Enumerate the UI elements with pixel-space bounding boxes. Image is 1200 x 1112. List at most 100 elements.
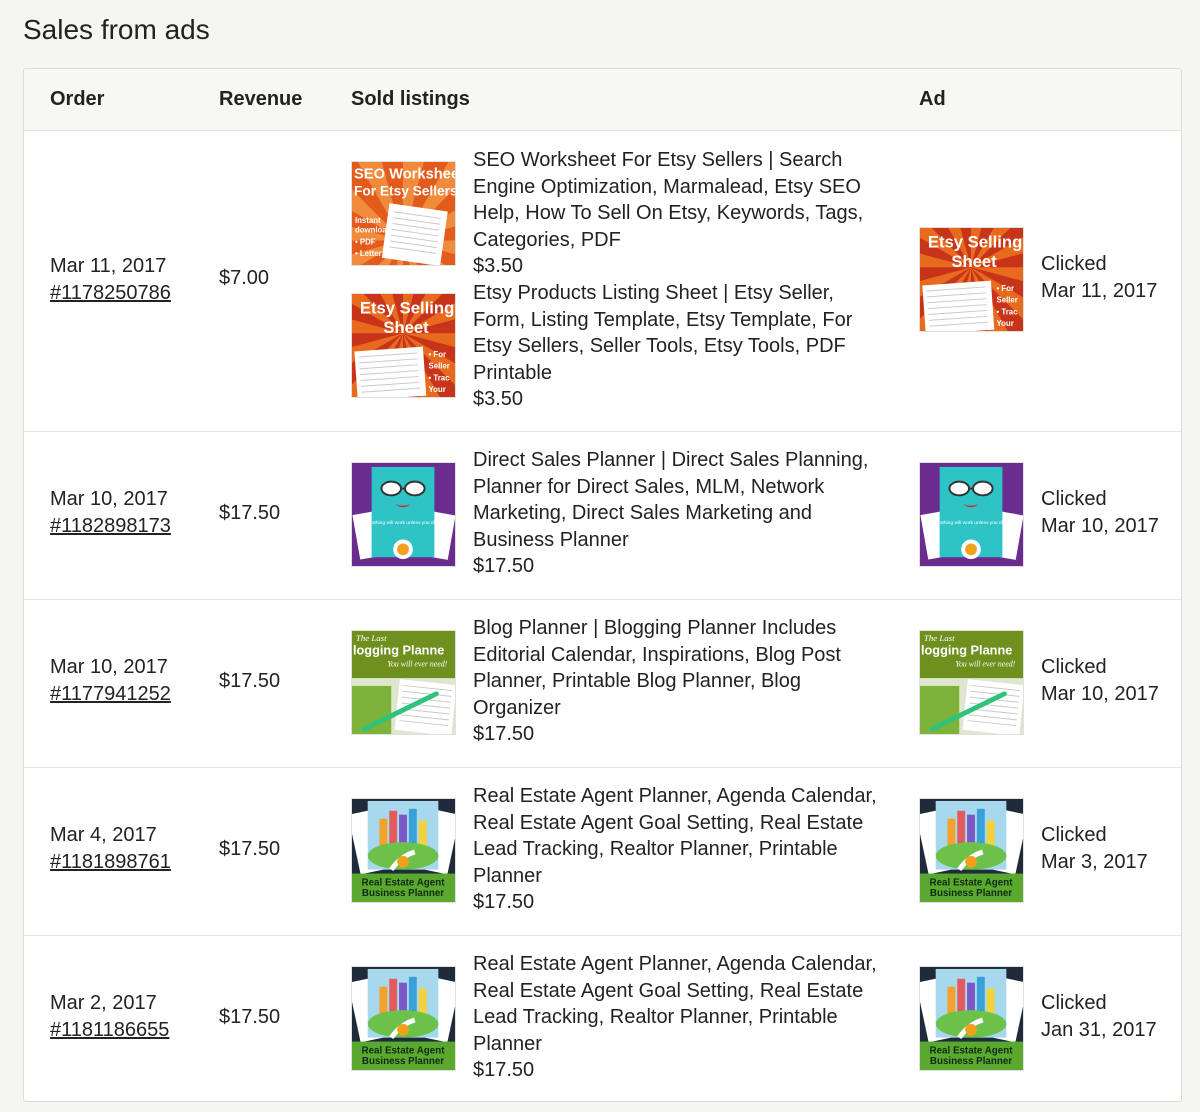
order-date: Mar 4, 2017: [50, 824, 157, 846]
table-row: Mar 10, 2017 #1177941252 $17.50 The Last…: [24, 599, 1181, 768]
order-number-link[interactable]: #1181898761: [50, 849, 171, 876]
table-row: Mar 11, 2017 #1178250786 $7.00 SEO Works…: [24, 131, 1181, 432]
listing-thumbnail[interactable]: SEO Workshee For Etsy Sellers Instant do…: [351, 161, 456, 266]
svg-text:The Last: The Last: [924, 633, 955, 643]
listing-thumbnail[interactable]: Real Estate Agent Business Planner: [351, 798, 456, 903]
listing-item: Etsy Products Listing Sheet | Etsy Selle…: [473, 280, 878, 413]
product-image: Real Estate Agent Business Planner: [352, 967, 455, 1070]
svg-text:Real Estate Agent: Real Estate Agent: [930, 1045, 1014, 1056]
svg-text:Sheet: Sheet: [383, 318, 429, 337]
column-header-order[interactable]: Order: [50, 69, 104, 130]
product-image: Etsy Selling Sheet • For Seller • Trac Y…: [352, 294, 455, 397]
svg-text:Business Planner: Business Planner: [362, 888, 444, 899]
ad-status-label: Clicked: [1041, 992, 1107, 1014]
listing-title[interactable]: Real Estate Agent Planner, Agenda Calend…: [473, 953, 877, 1055]
listing-title[interactable]: Etsy Products Listing Sheet | Etsy Selle…: [473, 282, 852, 384]
revenue-cell: $7.00: [219, 267, 270, 289]
ad-clicked-date: Mar 10, 2017: [1041, 514, 1159, 537]
listing-thumbnail[interactable]: Etsy Selling Sheet • For Seller • Trac Y…: [351, 293, 456, 398]
order-date: Mar 10, 2017: [50, 488, 168, 510]
listing-price: $17.50: [473, 723, 535, 745]
ad-status: Clicked Jan 31, 2017: [1041, 990, 1157, 1043]
listing-item: SEO Worksheet For Etsy Sellers | Search …: [473, 147, 878, 280]
ad-clicked-date: Mar 10, 2017: [1041, 682, 1159, 705]
revenue-cell: $17.50: [219, 1006, 281, 1028]
svg-text:Real Estate Agent: Real Estate Agent: [930, 877, 1014, 888]
svg-text:• Letter: • Letter: [355, 249, 382, 258]
revenue-cell: $17.50: [219, 838, 281, 860]
page-title: Sales from ads: [23, 14, 210, 45]
order-number-link[interactable]: #1181186655: [50, 1017, 169, 1044]
product-image: Real Estate Agent Business Planner: [352, 799, 455, 902]
ad-status: Clicked Mar 10, 2017: [1041, 654, 1159, 707]
svg-text:You will ever need!: You will ever need!: [955, 659, 1015, 668]
order-number-link[interactable]: #1177941252: [50, 681, 171, 708]
product-image: Real Estate Agent Business Planner: [920, 967, 1023, 1070]
ad-thumbnail[interactable]: The Last logging Planne You will ever ne…: [919, 630, 1024, 735]
table-header: Order Revenue Sold listings Ad: [24, 69, 1181, 131]
svg-text:• Trac: • Trac: [429, 373, 451, 382]
listing-price: $3.50: [473, 255, 524, 277]
order-number-link[interactable]: #1178250786: [50, 280, 171, 307]
ad-status: Clicked Mar 11, 2017: [1041, 251, 1157, 304]
svg-text:Etsy Selling: Etsy Selling: [928, 233, 1022, 252]
listing-price: $17.50: [473, 1059, 535, 1081]
table-row: Mar 4, 2017 #1181898761 $17.50 Real Esta…: [24, 767, 1181, 936]
table-row: Mar 10, 2017 #1182898173 $17.50 Nothing …: [24, 431, 1181, 600]
column-header-ad: Ad: [919, 88, 946, 110]
order-cell: Mar 2, 2017 #1181186655: [50, 990, 169, 1043]
svg-text:• For: • For: [429, 350, 447, 359]
svg-text:logging Planne: logging Planne: [353, 643, 444, 658]
listing-title[interactable]: Direct Sales Planner | Direct Sales Plan…: [473, 449, 868, 551]
listing-price: $17.50: [473, 891, 535, 913]
svg-text:Your: Your: [429, 385, 446, 394]
product-image: Nothing will work unless you do.: [352, 463, 455, 566]
svg-text:Instant: Instant: [355, 216, 381, 225]
column-header-revenue[interactable]: Revenue: [219, 69, 302, 130]
order-cell: Mar 11, 2017 #1178250786: [50, 253, 171, 306]
listing-thumbnail[interactable]: Real Estate Agent Business Planner: [351, 966, 456, 1071]
ad-thumbnail[interactable]: Real Estate Agent Business Planner: [919, 966, 1024, 1071]
ad-clicked-date: Mar 3, 2017: [1041, 850, 1148, 873]
svg-text:Seller: Seller: [429, 362, 450, 371]
listing-thumbnail[interactable]: Nothing will work unless you do.: [351, 462, 456, 567]
svg-text:SEO Workshee: SEO Workshee: [354, 167, 455, 183]
ad-clicked-date: Mar 11, 2017: [1041, 279, 1158, 302]
product-image: Nothing will work unless you do.: [920, 463, 1023, 566]
ad-status-label: Clicked: [1041, 253, 1107, 275]
svg-text:The Last: The Last: [356, 633, 387, 643]
ad-thumbnail[interactable]: Nothing will work unless you do.: [919, 462, 1024, 567]
ad-status-label: Clicked: [1041, 824, 1107, 846]
listing-item: Real Estate Agent Planner, Agenda Calend…: [473, 783, 878, 916]
sales-table: Order Revenue Sold listings Ad Mar 11, 2…: [23, 68, 1182, 1102]
order-cell: Mar 10, 2017 #1177941252: [50, 654, 171, 707]
svg-text:Seller: Seller: [997, 296, 1018, 305]
ad-status-label: Clicked: [1041, 488, 1107, 510]
listing-item: Real Estate Agent Planner, Agenda Calend…: [473, 951, 878, 1084]
listing-title[interactable]: SEO Worksheet For Etsy Sellers | Search …: [473, 149, 863, 251]
ad-thumbnail[interactable]: Real Estate Agent Business Planner: [919, 798, 1024, 903]
order-number-link[interactable]: #1182898173: [50, 513, 171, 540]
product-image: Etsy Selling Sheet • For Seller • Trac Y…: [920, 228, 1023, 331]
listing-thumbnail[interactable]: The Last logging Planne You will ever ne…: [351, 630, 456, 735]
listing-title[interactable]: Blog Planner | Blogging Planner Includes…: [473, 617, 841, 719]
svg-text:You will ever need!: You will ever need!: [387, 659, 447, 668]
listing-price: $17.50: [473, 555, 535, 577]
revenue-cell: $17.50: [219, 670, 281, 692]
product-image: SEO Workshee For Etsy Sellers Instant do…: [352, 162, 455, 265]
listing-title[interactable]: Real Estate Agent Planner, Agenda Calend…: [473, 785, 877, 887]
order-cell: Mar 10, 2017 #1182898173: [50, 486, 171, 539]
svg-text:Business Planner: Business Planner: [362, 1056, 444, 1067]
ad-clicked-date: Jan 31, 2017: [1041, 1018, 1157, 1041]
svg-text:download: download: [355, 226, 392, 235]
svg-text:Etsy Selling: Etsy Selling: [360, 299, 454, 318]
ad-thumbnail[interactable]: Etsy Selling Sheet • For Seller • Trac Y…: [919, 227, 1024, 332]
svg-text:Sheet: Sheet: [951, 252, 997, 271]
svg-text:logging Planne: logging Planne: [921, 643, 1012, 658]
svg-text:• For: • For: [997, 284, 1015, 293]
listing-price: $3.50: [473, 388, 524, 410]
svg-text:Business Planner: Business Planner: [930, 888, 1012, 899]
listing-item: Direct Sales Planner | Direct Sales Plan…: [473, 447, 878, 580]
svg-text:Nothing will work unless you d: Nothing will work unless you do.: [368, 520, 438, 526]
table-row: Mar 2, 2017 #1181186655 $17.50 Real Esta…: [24, 935, 1181, 1101]
